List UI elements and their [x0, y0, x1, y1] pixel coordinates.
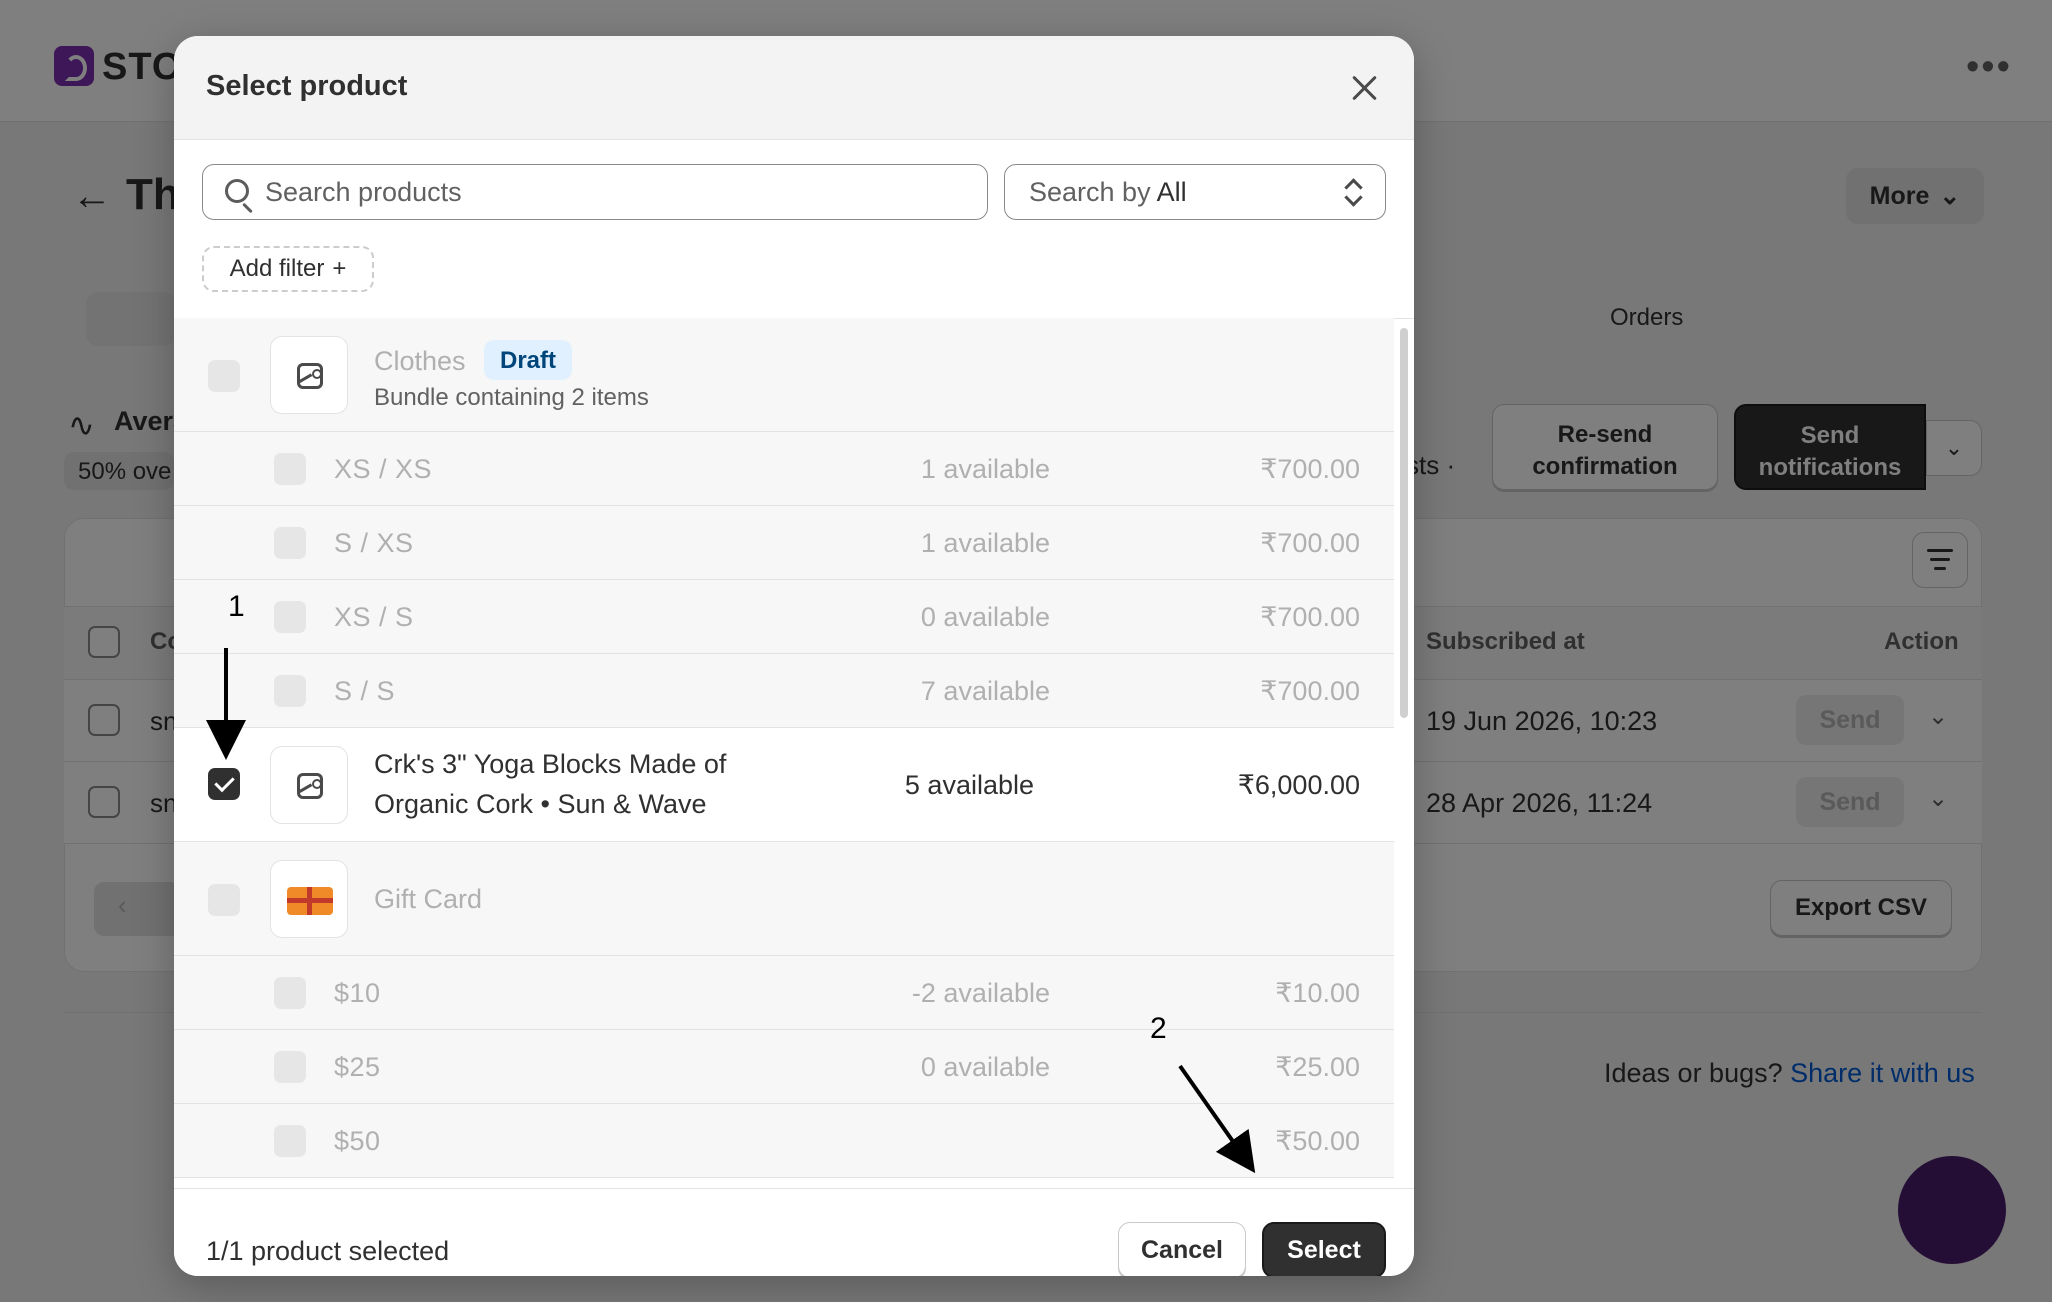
search-input[interactable] — [265, 173, 965, 211]
variant-price: ₹700.00 — [1260, 454, 1360, 484]
variant-name: S / S — [334, 676, 396, 706]
product-price: ₹6,000.00 — [1237, 770, 1360, 800]
variant-availability: 7 available — [920, 676, 1050, 706]
variant-availability: -2 available — [911, 978, 1050, 1008]
variant-price: ₹700.00 — [1260, 676, 1360, 706]
image-placeholder-icon — [297, 363, 323, 389]
product-title: Crk's 3" Yoga Blocks Made of Organic Cor… — [374, 749, 727, 819]
variant-row[interactable]: XS / S 0 available ₹700.00 — [174, 580, 1394, 654]
product-checkbox-checked[interactable] — [208, 768, 240, 800]
variant-name: S / XS — [334, 528, 414, 558]
variant-price: ₹25.00 — [1275, 1052, 1360, 1082]
variant-row[interactable]: $10 -2 available ₹10.00 — [174, 956, 1394, 1030]
product-title: Clothes — [374, 346, 466, 376]
list-scrollbar[interactable] — [1400, 328, 1408, 718]
search-by-select[interactable]: Search by All — [1004, 164, 1386, 220]
variant-name: XS / S — [334, 602, 414, 632]
search-icon — [225, 179, 249, 203]
variant-row[interactable]: S / S 7 available ₹700.00 — [174, 654, 1394, 728]
product-row-yoga-blocks[interactable]: Crk's 3" Yoga Blocks Made of Organic Cor… — [174, 728, 1394, 842]
product-title: Gift Card — [374, 884, 483, 914]
variant-price: ₹10.00 — [1275, 978, 1360, 1008]
add-filter-button[interactable]: Add filter + — [202, 246, 374, 292]
variant-name: $25 — [334, 1052, 381, 1082]
product-thumbnail — [270, 336, 348, 414]
select-button[interactable]: Select — [1262, 1222, 1386, 1276]
annotation-step-2: 2 — [1150, 1012, 1167, 1045]
variant-checkbox[interactable] — [274, 1051, 306, 1083]
variant-row[interactable]: $25 0 available ₹25.00 — [174, 1030, 1394, 1104]
variant-checkbox[interactable] — [274, 601, 306, 633]
variant-row[interactable]: S / XS 1 available ₹700.00 — [174, 506, 1394, 580]
image-placeholder-icon — [297, 773, 323, 799]
variant-name: $50 — [334, 1126, 381, 1156]
product-subtitle: Bundle containing 2 items — [374, 384, 649, 411]
variant-name: XS / XS — [334, 454, 433, 484]
variant-price: ₹50.00 — [1275, 1126, 1360, 1156]
search-by-label: Search by — [1029, 177, 1151, 207]
product-checkbox[interactable] — [208, 360, 240, 392]
select-product-modal: Select product Search by All Add filter … — [174, 36, 1414, 1276]
product-checkbox[interactable] — [208, 884, 240, 916]
search-field[interactable] — [202, 164, 988, 220]
cancel-button[interactable]: Cancel — [1118, 1222, 1246, 1276]
variant-name: $10 — [334, 978, 381, 1008]
variant-checkbox[interactable] — [274, 977, 306, 1009]
gift-card-icon — [287, 887, 333, 915]
variant-availability: 1 available — [920, 528, 1050, 558]
variant-checkbox[interactable] — [274, 453, 306, 485]
product-list: Clothes Draft Bundle containing 2 items … — [174, 318, 1394, 1188]
variant-row[interactable]: $50 ₹50.00 — [174, 1104, 1394, 1178]
search-by-value: All — [1156, 177, 1187, 207]
close-icon[interactable] — [1344, 68, 1384, 108]
product-availability: 5 available — [904, 770, 1034, 800]
variant-availability: 1 available — [920, 454, 1050, 484]
status-badge: Draft — [484, 340, 573, 380]
product-row-gift-card[interactable]: Gift Card — [174, 842, 1394, 956]
variant-availability: 0 available — [920, 602, 1050, 632]
product-thumbnail — [270, 860, 348, 938]
selected-count: 1/1 product selected — [206, 1236, 450, 1266]
modal-header: Select product — [174, 36, 1414, 140]
product-row-clothes[interactable]: Clothes Draft Bundle containing 2 items — [174, 318, 1394, 432]
variant-row[interactable]: XS / XS 1 available ₹700.00 — [174, 432, 1394, 506]
variant-checkbox[interactable] — [274, 527, 306, 559]
variant-checkbox[interactable] — [274, 675, 306, 707]
select-arrows-icon — [1343, 177, 1363, 207]
plus-icon: + — [332, 255, 347, 282]
variant-checkbox[interactable] — [274, 1125, 306, 1157]
modal-title: Select product — [206, 70, 408, 102]
variant-price: ₹700.00 — [1260, 602, 1360, 632]
variant-price: ₹700.00 — [1260, 528, 1360, 558]
product-thumbnail — [270, 746, 348, 824]
variant-availability: 0 available — [920, 1052, 1050, 1082]
annotation-step-1: 1 — [228, 590, 245, 623]
add-filter-label: Add filter — [229, 255, 325, 282]
